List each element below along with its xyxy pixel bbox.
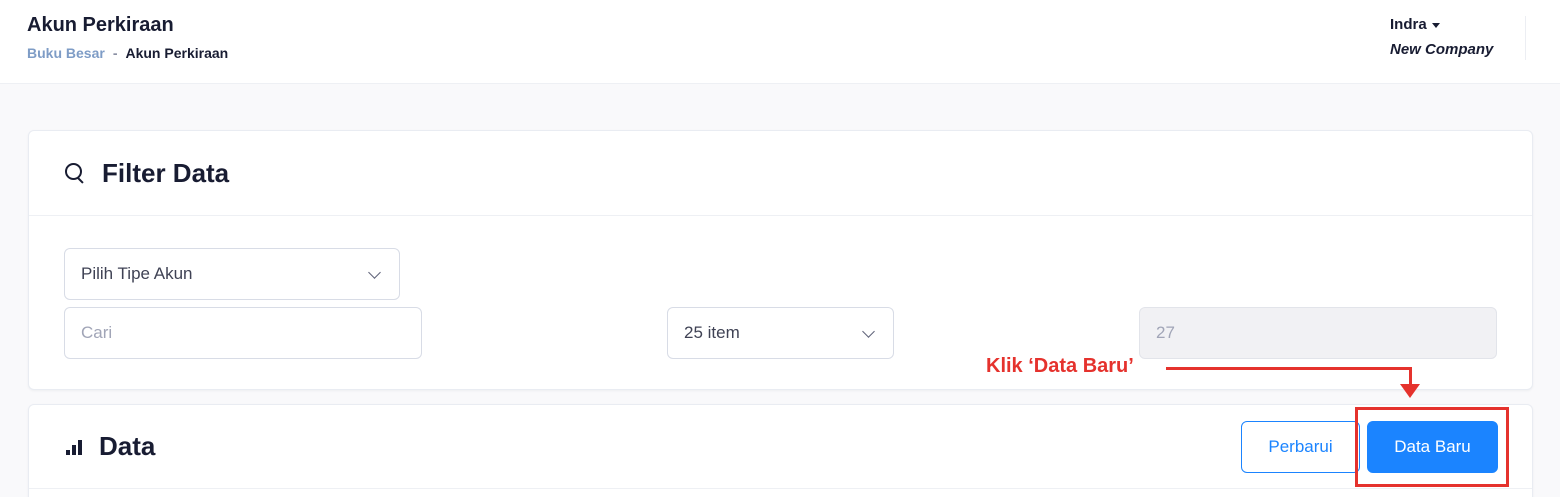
page-title: Akun Perkiraan — [27, 14, 174, 36]
search-input[interactable] — [64, 307, 422, 359]
annotation-highlight-box — [1355, 407, 1509, 487]
account-type-select-value: Pilih Tipe Akun — [81, 264, 193, 283]
arrow-down-icon — [1400, 384, 1420, 398]
top-bar: Akun Perkiraan Buku Besar - Akun Perkira… — [0, 0, 1560, 84]
account-type-select[interactable]: Pilih Tipe Akun — [64, 248, 400, 300]
breadcrumb: Buku Besar - Akun Perkiraan — [27, 45, 228, 61]
user-name-toggle[interactable]: Indra — [1390, 16, 1502, 33]
company-name: New Company — [1390, 41, 1494, 58]
user-menu[interactable]: Indra New Company — [1390, 16, 1502, 58]
caret-down-icon — [1431, 22, 1440, 28]
user-name: Indra — [1390, 16, 1427, 33]
chevron-down-icon — [368, 266, 381, 279]
breadcrumb-current: Akun Perkiraan — [125, 45, 229, 61]
breadcrumb-separator: - — [112, 45, 118, 61]
page-size-value: 25 item — [684, 323, 740, 342]
annotation-arrow-line — [1166, 367, 1412, 370]
topbar-divider — [1525, 16, 1526, 60]
data-title: Data — [99, 431, 156, 461]
filter-card: Filter Data Pilih Tipe Akun 25 item 27 — [28, 130, 1533, 390]
breadcrumb-link-buku-besar[interactable]: Buku Besar — [27, 45, 105, 61]
page-size-select[interactable]: 25 item — [667, 307, 894, 359]
bar-chart-icon — [66, 439, 82, 455]
total-count-value: 27 — [1156, 323, 1175, 342]
filter-title: Filter Data — [102, 157, 230, 188]
search-icon — [64, 162, 86, 184]
total-count-field: 27 — [1139, 307, 1497, 359]
filter-header: Filter Data — [29, 131, 1532, 216]
chevron-down-icon — [862, 325, 875, 338]
data-card: Data Perbarui Data Baru — [28, 404, 1533, 497]
annotation-label: Klik ‘Data Baru’ — [986, 355, 1134, 377]
refresh-button[interactable]: Perbarui — [1241, 421, 1360, 473]
